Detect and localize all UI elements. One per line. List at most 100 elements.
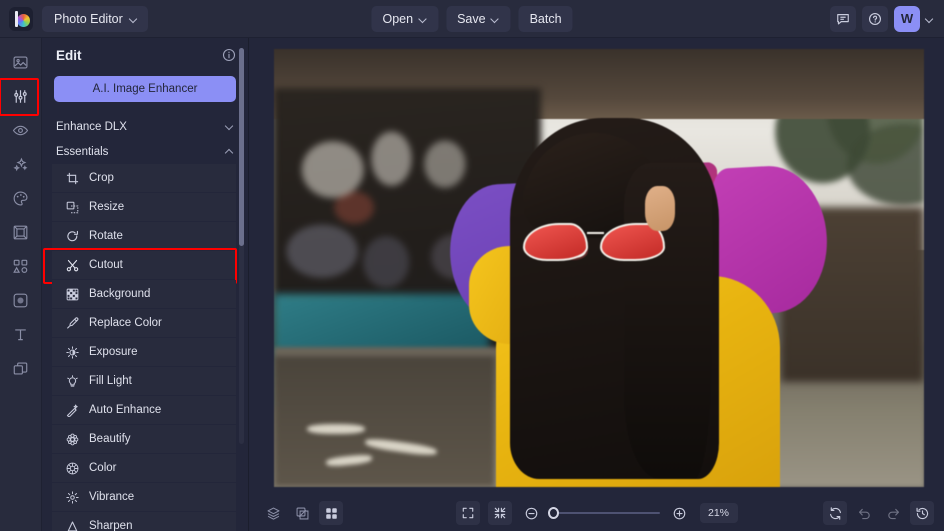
menu-item-auto-enhance[interactable]: Auto Enhance — [52, 396, 236, 424]
chevron-down-icon — [419, 15, 427, 23]
bulb-icon — [65, 374, 79, 388]
grid-view-icon[interactable] — [319, 501, 343, 525]
layers-toggle-icon[interactable] — [261, 501, 285, 525]
befunky-logo-icon[interactable] — [9, 7, 33, 31]
zoom-in-icon[interactable] — [668, 501, 692, 525]
menu-item-sharpen[interactable]: Sharpen — [52, 512, 236, 531]
menu-item-background[interactable]: Background — [52, 280, 236, 308]
zoom-level-value[interactable]: 21% — [700, 503, 738, 523]
menu-item-label: Replace Color — [89, 317, 162, 329]
menu-item-label: Exposure — [89, 346, 138, 358]
batch-button[interactable]: Batch — [519, 6, 573, 32]
zoom-slider-thumb[interactable] — [548, 507, 559, 519]
ground-shadow-region — [274, 356, 495, 487]
zoom-out-icon[interactable] — [520, 501, 544, 525]
sidebar-item-graphics[interactable] — [7, 252, 35, 280]
menu-item-fill-light[interactable]: Fill Light — [52, 367, 236, 395]
sidebar-item-overlays[interactable] — [7, 286, 35, 314]
sunglasses — [523, 223, 665, 261]
ground-paint-mark — [307, 424, 366, 435]
menu-item-cutout[interactable]: Cutout — [52, 251, 236, 279]
editor-photo[interactable] — [274, 49, 924, 487]
essentials-menu: Crop Resize — [42, 164, 248, 531]
eyedropper-icon — [65, 316, 79, 330]
starburst-icon — [65, 490, 79, 504]
info-icon[interactable] — [222, 48, 236, 62]
canvas-area — [249, 38, 944, 495]
chevron-down-icon[interactable] — [926, 15, 934, 23]
chevron-down-icon — [130, 15, 138, 23]
menu-item-label: Cutout — [89, 259, 123, 271]
sidebar-item-touchup[interactable] — [7, 116, 35, 144]
zoom-slider[interactable] — [552, 512, 660, 514]
menu-item-label: Auto Enhance — [89, 404, 161, 416]
menu-item-label: Sharpen — [89, 520, 132, 531]
crop-icon — [65, 171, 79, 185]
undo-icon[interactable] — [852, 501, 876, 525]
menu-item-resize[interactable]: Resize — [52, 193, 236, 221]
sidebar-item-text[interactable] — [7, 320, 35, 348]
panel-scroll-region[interactable]: Enhance DLX Essentials Crop — [42, 114, 248, 531]
menu-item-label: Crop — [89, 172, 114, 184]
sidebar-item-frames[interactable] — [7, 218, 35, 246]
ai-image-enhancer-button[interactable]: A.I. Image Enhancer — [54, 76, 236, 102]
menu-item-label: Beautify — [89, 433, 131, 445]
open-button-label: Open — [382, 12, 413, 26]
avatar[interactable]: W — [894, 6, 920, 32]
logo-color-ring — [17, 14, 30, 27]
menu-item-crop[interactable]: Crop — [52, 164, 236, 192]
hand — [645, 186, 675, 231]
menu-item-beautify[interactable]: Beautify — [52, 425, 236, 453]
left-nav-rail — [0, 38, 42, 531]
menu-item-label: Vibrance — [89, 491, 134, 503]
reset-icon[interactable] — [823, 501, 847, 525]
fit-to-screen-icon[interactable] — [456, 501, 480, 525]
magic-wand-icon — [65, 403, 79, 417]
menu-item-label: Fill Light — [89, 375, 132, 387]
menu-item-label: Background — [89, 288, 150, 300]
brand-logo-wrap[interactable] — [0, 0, 42, 38]
open-button[interactable]: Open — [371, 6, 438, 32]
menu-item-color[interactable]: Color — [52, 454, 236, 482]
section-essentials[interactable]: Essentials — [42, 139, 248, 164]
sunglass-lens-left — [523, 223, 588, 261]
top-toolbar: Photo Editor Open Save Batch — [0, 0, 944, 38]
sidebar-item-artsy[interactable] — [7, 184, 35, 212]
panel-scrollbar[interactable] — [239, 48, 244, 444]
edit-panel: Edit A.I. Image Enhancer Enhance DLX — [42, 38, 249, 531]
page-title: Edit — [56, 48, 82, 63]
chevron-down-icon — [492, 15, 500, 23]
logo-b-stem — [15, 11, 18, 27]
zoom-controls: 21% — [456, 501, 738, 525]
canvas-column: 21% — [249, 38, 944, 531]
feedback-icon[interactable] — [830, 6, 856, 32]
section-enhance-dlx[interactable]: Enhance DLX — [42, 114, 248, 139]
triangle-icon — [65, 519, 79, 531]
sidebar-item-layers[interactable] — [7, 354, 35, 382]
photo-editor-app: Photo Editor Open Save Batch — [0, 0, 944, 531]
compare-icon[interactable] — [290, 501, 314, 525]
scrollbar-thumb[interactable] — [239, 48, 244, 246]
menu-item-vibrance[interactable]: Vibrance — [52, 483, 236, 511]
actual-size-icon[interactable] — [488, 501, 512, 525]
help-icon[interactable] — [862, 6, 888, 32]
sidebar-item-effects[interactable] — [7, 150, 35, 178]
batch-button-label: Batch — [530, 12, 562, 26]
menu-item-replace-color[interactable]: Replace Color — [52, 309, 236, 337]
view-mode-group — [261, 501, 343, 525]
menu-item-rotate[interactable]: Rotate — [52, 222, 236, 250]
history-icon[interactable] — [910, 501, 934, 525]
resize-icon — [65, 200, 79, 214]
zoom-slider-track[interactable] — [552, 512, 660, 514]
sidebar-item-edit[interactable] — [7, 82, 35, 110]
menu-item-label: Resize — [89, 201, 124, 213]
panel-header: Edit — [42, 38, 248, 72]
redo-icon[interactable] — [881, 501, 905, 525]
menu-item-exposure[interactable]: Exposure — [52, 338, 236, 366]
save-button[interactable]: Save — [446, 6, 511, 32]
rotate-icon — [65, 229, 79, 243]
color-wheel-icon — [65, 461, 79, 475]
sidebar-item-photo[interactable] — [7, 48, 35, 76]
product-menu[interactable]: Photo Editor — [42, 6, 148, 32]
enhancer-wrap: A.I. Image Enhancer — [42, 72, 248, 114]
